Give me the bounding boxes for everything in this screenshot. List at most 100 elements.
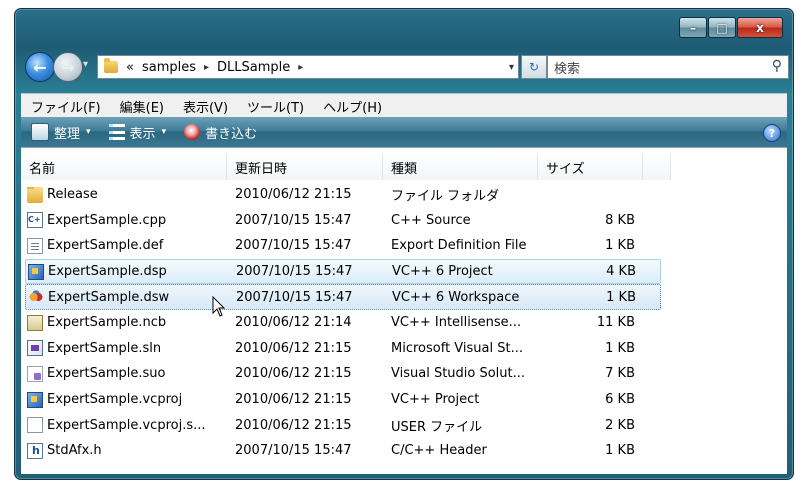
vc-project-icon [27, 391, 43, 408]
explorer-window: – □ x ← → ▾ « samples ▸ DLLSample ▸ ▾ ↻ … [14, 8, 794, 480]
address-bar[interactable]: « samples ▸ DLLSample ▸ ▾ [97, 55, 519, 79]
search-icon[interactable]: ⚲ [772, 58, 782, 74]
file-type: VC++ 6 Project [392, 264, 493, 280]
intellisense-db-icon [27, 314, 43, 331]
file-type: C/C++ Header [391, 443, 487, 459]
recent-pages-dropdown[interactable]: ▾ [83, 59, 88, 70]
file-row[interactable]: Release 2010/06/12 21:15 ファイル フォルダ [25, 182, 661, 208]
column-header-size[interactable]: サイズ [538, 154, 643, 180]
file-row[interactable]: ExpertSample.ncb 2010/06/12 21:14 VC++ I… [25, 310, 661, 336]
file-row[interactable]: ExpertSample.vcproj 2010/06/12 21:15 VC+… [25, 387, 661, 413]
file-size: 4 KB [606, 264, 636, 280]
file-type: Visual Studio Solut... [391, 366, 526, 382]
file-row[interactable]: ExpertSample.vcproj.s... 2010/06/12 21:1… [25, 412, 661, 438]
menu-help[interactable]: ヘルプ(H) [313, 97, 391, 116]
file-date: 2007/10/15 15:47 [235, 238, 352, 254]
refresh-button[interactable]: ↻ [521, 55, 547, 79]
window-controls: – □ x [678, 17, 783, 38]
file-type: Microsoft Visual St... [391, 340, 523, 356]
menu-tools[interactable]: ツール(T) [237, 97, 313, 116]
maximize-button[interactable]: □ [708, 17, 736, 38]
file-type: ファイル フォルダ [391, 189, 500, 205]
file-size: 11 KB [596, 315, 635, 331]
file-size: 1 KB [606, 289, 636, 305]
breadcrumb: « samples ▸ DLLSample ▸ [126, 60, 311, 75]
breadcrumb-samples[interactable]: samples [142, 60, 196, 75]
file-date: 2010/06/12 21:15 [235, 417, 352, 433]
file-name: StdAfx.h [47, 443, 102, 459]
file-row[interactable]: ExpertSample.suo 2010/06/12 21:15 Visual… [25, 361, 661, 387]
breadcrumb-separator-icon[interactable]: ▸ [298, 62, 303, 73]
column-header-type[interactable]: 種類 [383, 154, 538, 180]
file-name: ExpertSample.ncb [47, 315, 167, 331]
file-date: 2007/10/15 15:47 [236, 264, 353, 280]
document-icon [27, 237, 43, 254]
organize-button[interactable]: 整理 ▾ [31, 123, 91, 142]
file-date: 2010/06/12 21:15 [235, 187, 352, 203]
file-row[interactable]: ExpertSample.cpp 2007/10/15 15:47 C++ So… [25, 208, 661, 234]
minimize-button[interactable]: – [679, 17, 707, 38]
column-header-date[interactable]: 更新日時 [227, 154, 383, 180]
back-arrow-icon: ← [33, 57, 47, 77]
search-placeholder: 検索 [554, 61, 581, 77]
file-type: VC++ Intellisense... [391, 315, 522, 331]
address-dropdown-icon[interactable]: ▾ [509, 62, 514, 73]
file-type: Export Definition File [391, 238, 527, 254]
column-header-name[interactable]: 名前 [21, 154, 227, 180]
burn-label: 書き込む [205, 126, 258, 142]
views-button[interactable]: 表示 ▾ [108, 123, 167, 142]
back-button[interactable]: ← [25, 52, 55, 82]
file-date: 2010/06/12 21:15 [235, 340, 352, 356]
minimize-icon: – [690, 20, 696, 35]
file-date: 2010/06/12 21:14 [235, 315, 352, 331]
file-size: 1 KB [605, 443, 635, 459]
menu-edit[interactable]: 編集(E) [110, 97, 173, 116]
file-date: 2007/10/15 15:47 [236, 289, 353, 305]
header-file-icon [27, 442, 43, 459]
file-size: 6 KB [605, 392, 635, 408]
views-icon [108, 124, 125, 140]
organize-label: 整理 [54, 126, 81, 142]
column-header-row: 名前 更新日時 種類 サイズ [21, 154, 671, 180]
close-button[interactable]: x [737, 17, 783, 38]
file-name: ExpertSample.sln [47, 340, 162, 356]
cpp-file-icon [27, 212, 43, 229]
views-label: 表示 [129, 126, 156, 142]
file-row-selected[interactable]: ExpertSample.dsp 2007/10/15 15:47 VC++ 6… [25, 258, 661, 285]
breadcrumb-overflow[interactable]: « [126, 60, 134, 75]
mouse-pointer-icon [212, 296, 226, 317]
file-type: VC++ 6 Workspace [392, 289, 520, 305]
vc-project-icon [28, 263, 44, 280]
file-name: ExpertSample.def [47, 238, 164, 254]
file-type: C++ Source [391, 212, 471, 228]
help-button[interactable]: ? [763, 124, 781, 142]
command-bar: 整理 ▾ 表示 ▾ 書き込む ? [21, 117, 787, 147]
chevron-down-icon: ▾ [161, 127, 167, 137]
blank-file-icon [27, 417, 43, 434]
forward-button[interactable]: → [53, 52, 83, 82]
file-name: ExpertSample.cpp [47, 212, 167, 228]
file-row-focused[interactable]: ExpertSample.dsw 2007/10/15 15:47 VC++ 6… [25, 284, 661, 310]
refresh-icon: ↻ [528, 60, 540, 74]
file-size: 2 KB [605, 417, 635, 433]
folder-icon [104, 58, 118, 73]
file-row[interactable]: StdAfx.h 2007/10/15 15:47 C/C++ Header 1… [25, 438, 661, 464]
search-input[interactable]: 検索 ⚲ [547, 55, 789, 79]
file-row[interactable]: ExpertSample.def 2007/10/15 15:47 Export… [25, 233, 661, 259]
file-size: 1 KB [605, 340, 635, 356]
solution-options-icon [27, 365, 43, 382]
forward-arrow-icon: → [61, 57, 75, 77]
menu-file[interactable]: ファイル(F) [21, 97, 110, 116]
file-name: Release [47, 187, 98, 203]
file-row[interactable]: ExpertSample.sln 2010/06/12 21:15 Micros… [25, 336, 661, 362]
solution-icon [27, 340, 43, 357]
file-date: 2007/10/15 15:47 [235, 212, 352, 228]
file-name: ExpertSample.dsp [48, 264, 167, 280]
burn-disc-icon [184, 124, 201, 140]
breadcrumb-dllsample[interactable]: DLLSample [217, 60, 290, 75]
file-size: 7 KB [605, 366, 635, 382]
file-name: ExpertSample.vcproj.s... [47, 417, 206, 433]
breadcrumb-separator-icon[interactable]: ▸ [204, 62, 209, 73]
menu-view[interactable]: 表示(V) [173, 97, 237, 116]
burn-button[interactable]: 書き込む [184, 123, 257, 142]
